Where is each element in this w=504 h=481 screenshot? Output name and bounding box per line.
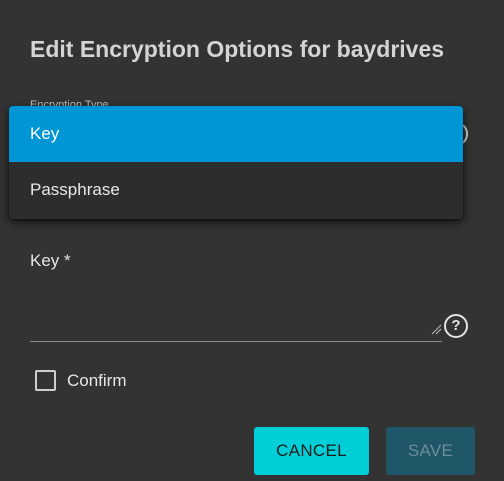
encryption-type-dropdown-panel: Key Passphrase [9,106,463,219]
key-field-label: Key * [30,251,71,270]
save-button[interactable]: SAVE [386,427,475,475]
confirm-checkbox[interactable] [35,370,56,391]
key-help-icon[interactable]: ? [444,314,468,338]
confirm-label: Confirm [67,370,127,390]
dropdown-option-label: Key [30,124,60,143]
dialog-title: Edit Encryption Options for baydrives [30,36,445,62]
dropdown-option-passphrase[interactable]: Passphrase [9,162,463,218]
resize-handle-icon[interactable] [430,323,442,335]
confirm-checkbox-row[interactable]: Confirm [35,370,127,391]
dropdown-option-label: Passphrase [30,180,120,199]
dropdown-option-key[interactable]: Key [9,106,463,162]
key-textarea[interactable] [30,280,442,342]
cancel-button[interactable]: CANCEL [254,427,369,475]
edit-encryption-dialog: Edit Encryption Options for baydrives En… [0,0,504,481]
